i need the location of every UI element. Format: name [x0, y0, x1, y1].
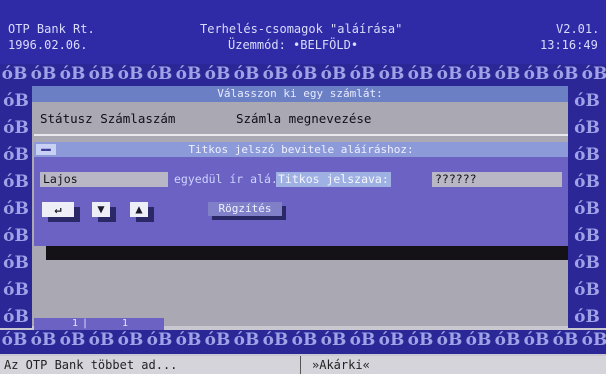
bank-logo-icon: óB	[349, 330, 376, 350]
pager-left: 1	[72, 318, 79, 329]
bank-logo-icon: óB	[1, 64, 28, 84]
bank-logo-icon: óB	[291, 330, 318, 350]
signer-name-field[interactable]: Lajos	[40, 172, 168, 187]
watermark-column-left: óB óB óB óB óB óB óB óB óB	[0, 88, 32, 328]
account-column-headers: Státusz Számlaszám Számla megnevezése	[36, 104, 568, 134]
bank-logo-icon: óB	[574, 280, 600, 300]
bank-logo-icon: óB	[552, 330, 579, 350]
bank-logo-icon: óB	[204, 64, 231, 84]
password-label: Titkos jelszava:	[276, 172, 391, 187]
down-key-button[interactable]: ▼	[92, 202, 110, 217]
bank-logo-icon: óB	[494, 64, 521, 84]
bank-logo-icon: óB	[523, 64, 550, 84]
bank-logo-icon: óB	[574, 253, 600, 273]
account-panel-title: Válasszon ki egy számlát:	[32, 86, 568, 102]
app-header: OTP Bank Rt. 1996.02.06. Terhelés-csomag…	[0, 0, 606, 64]
signs-alone-label: egyedül ír alá.	[174, 172, 278, 186]
enter-icon: ↵	[54, 202, 62, 216]
bank-logo-icon: óB	[233, 64, 260, 84]
bank-logo-icon: óB	[3, 172, 29, 192]
bank-logo-icon: óB	[349, 64, 376, 84]
status-user: »Akárki«	[312, 358, 370, 372]
dialog-menu-icon[interactable]: ▬▬	[36, 144, 56, 155]
bank-logo-icon: óB	[146, 64, 173, 84]
bank-logo-icon: óB	[3, 253, 29, 273]
bank-logo-icon: óB	[574, 307, 600, 327]
bank-logo-icon: óB	[30, 330, 57, 350]
save-button[interactable]: Rögzítés	[208, 202, 282, 216]
page-title: Terhelés-csomagok "aláírása"	[200, 22, 403, 36]
bank-logo-icon: óB	[59, 64, 86, 84]
mode-indicator: Üzemmód: •BELFÖLD•	[228, 38, 359, 52]
dialog-shadow-bar	[46, 246, 568, 260]
dialog-title: Titkos jelszó bevitele aláíráshoz:	[34, 142, 568, 157]
column-divider	[34, 134, 568, 136]
bank-logo-icon: óB	[465, 330, 492, 350]
password-dialog: Titkos jelszó bevitele aláíráshoz: ▬▬ La…	[34, 142, 568, 246]
password-input[interactable]: ??????	[432, 172, 562, 187]
watermark-row-top: óB óB óB óB óB óB óB óB óB óB óB óB óB óB óB óB óB óB óB óB…	[0, 64, 606, 88]
bank-logo-icon: óB	[465, 64, 492, 84]
bank-logo-icon: óB	[574, 172, 600, 192]
bank-logo-icon: óB	[3, 307, 29, 327]
bank-logo-icon: óB	[436, 330, 463, 350]
bank-logo-icon: óB	[407, 64, 434, 84]
bank-logo-icon: óB	[320, 330, 347, 350]
bank-logo-icon: óB	[574, 118, 600, 138]
bank-logo-icon: óB	[262, 64, 289, 84]
bank-logo-icon: óB	[175, 330, 202, 350]
column-status-account: Státusz Számlaszám	[40, 111, 176, 126]
up-key-button[interactable]: ▲	[130, 202, 148, 217]
bank-logo-icon: óB	[175, 64, 202, 84]
bank-logo-icon: óB	[581, 64, 606, 84]
bank-logo-icon: óB	[436, 64, 463, 84]
bank-logo-icon: óB	[574, 226, 600, 246]
bank-logo-icon: óB	[3, 91, 29, 111]
bank-logo-icon: óB	[3, 280, 29, 300]
bank-logo-icon: óB	[574, 91, 600, 111]
bank-logo-icon: óB	[378, 330, 405, 350]
bank-logo-icon: óB	[581, 330, 606, 350]
bank-logo-icon: óB	[320, 64, 347, 84]
bank-logo-icon: óB	[30, 64, 57, 84]
bank-logo-icon: óB	[204, 330, 231, 350]
bank-logo-icon: óB	[3, 118, 29, 138]
bank-logo-icon: óB	[117, 64, 144, 84]
enter-key-button[interactable]: ↵	[42, 202, 74, 217]
bank-logo-icon: óB	[574, 145, 600, 165]
bank-logo-icon: óB	[3, 145, 29, 165]
bank-name: OTP Bank Rt.	[8, 22, 95, 36]
version-label: V2.01.	[556, 22, 600, 36]
bank-logo-icon: óB	[291, 64, 318, 84]
bank-logo-icon: óB	[1, 330, 28, 350]
column-account-name: Számla megnevezése	[236, 111, 372, 126]
bank-logo-icon: óB	[3, 199, 29, 219]
pager: 1 | 1	[34, 318, 164, 330]
status-slogan: Az OTP Bank többet ad...	[4, 358, 178, 372]
pager-right: 1	[122, 318, 129, 329]
status-separator	[300, 356, 301, 374]
bank-logo-icon: óB	[88, 64, 115, 84]
watermark-row-bottom: óB óB óB óB óB óB óB óB óB óB óB óB óB óB óB óB óB óB óB óB…	[0, 330, 606, 354]
header-date: 1996.02.06.	[8, 38, 88, 52]
bank-logo-icon: óB	[378, 64, 405, 84]
bank-logo-icon: óB	[88, 330, 115, 350]
bank-logo-icon: óB	[494, 330, 521, 350]
watermark-column-right: óB óB óB óB óB óB óB óB óB	[568, 88, 606, 328]
arrow-up-icon: ▲	[135, 202, 143, 216]
pager-separator: |	[82, 318, 89, 329]
bank-logo-icon: óB	[146, 330, 173, 350]
clock: 13:16:49	[540, 38, 598, 52]
bank-logo-icon: óB	[262, 330, 289, 350]
status-bar: Az OTP Bank többet ad... »Akárki«	[0, 356, 606, 374]
bank-logo-icon: óB	[59, 330, 86, 350]
bank-logo-icon: óB	[552, 64, 579, 84]
bank-logo-icon: óB	[523, 330, 550, 350]
bank-logo-icon: óB	[117, 330, 144, 350]
bank-logo-icon: óB	[574, 199, 600, 219]
bank-logo-icon: óB	[233, 330, 260, 350]
arrow-down-icon: ▼	[97, 202, 105, 216]
bank-logo-icon: óB	[407, 330, 434, 350]
bank-logo-icon: óB	[3, 226, 29, 246]
